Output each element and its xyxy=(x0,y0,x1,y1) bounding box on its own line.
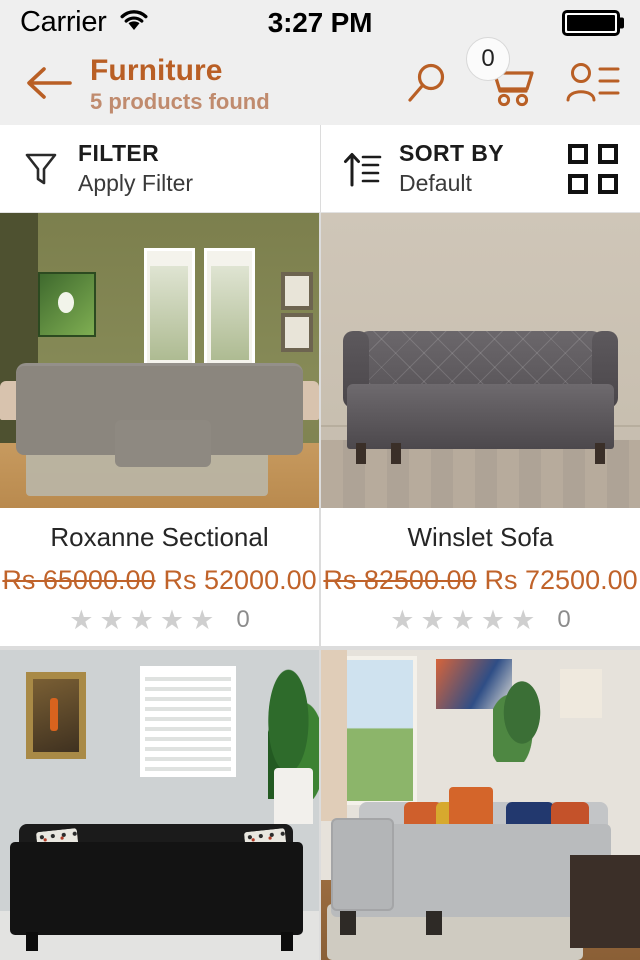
star-icon: ★ xyxy=(480,604,506,635)
header-title-block: Furniture 5 products found xyxy=(90,53,270,116)
battery-full-icon xyxy=(562,9,624,36)
product-old-price: Rs 65000.00 xyxy=(2,565,156,596)
grid-square xyxy=(568,143,588,164)
star-icon: ★ xyxy=(450,604,475,635)
product-name: Roxanne Sectional xyxy=(50,522,269,552)
sort-subtitle: Default xyxy=(399,170,472,197)
filter-text-block: FILTER Apply Filter xyxy=(78,140,193,197)
star-icon: ★ xyxy=(129,604,154,635)
status-bar-right xyxy=(562,9,624,36)
wifi-icon xyxy=(119,9,149,36)
filter-button[interactable]: FILTER Apply Filter xyxy=(0,125,320,212)
filter-sort-toolbar: FILTER Apply Filter SORT BY Default xyxy=(0,125,640,213)
product-card[interactable] xyxy=(0,650,319,960)
search-button[interactable] xyxy=(404,59,452,112)
star-icon: ★ xyxy=(420,604,445,635)
grid-square xyxy=(568,173,588,194)
account-button[interactable] xyxy=(566,60,620,111)
cart-badge-count: 0 xyxy=(466,36,510,81)
black-sofa-image xyxy=(0,650,319,960)
sort-button[interactable]: SORT BY Default xyxy=(320,125,640,212)
grid-square xyxy=(598,173,618,194)
star-icon: ★ xyxy=(99,604,124,635)
product-card[interactable] xyxy=(321,650,640,960)
star-icon: ★ xyxy=(159,604,185,635)
page-title: Furniture xyxy=(90,53,223,87)
filter-subtitle: Apply Filter xyxy=(78,170,194,197)
sort-text-block: SORT BY Default xyxy=(399,140,504,197)
product-card[interactable]: Winslet Sofa Rs 82500.00 Rs 72500.00 ★ ★ … xyxy=(321,213,640,647)
product-new-price: Rs 52000.00 xyxy=(163,565,317,596)
carrier-label: Carrier xyxy=(20,6,107,38)
product-rating[interactable]: ★ ★ ★ ★ ★ 0 xyxy=(69,606,249,634)
status-bar-left: Carrier xyxy=(20,6,149,39)
back-button[interactable] xyxy=(22,58,76,112)
product-info: Roxanne Sectional Rs 65000.00 Rs 52000.00… xyxy=(0,508,319,646)
header-actions: 0 xyxy=(404,36,622,112)
product-info: Winslet Sofa Rs 82500.00 Rs 72500.00 ★ ★ … xyxy=(321,508,640,646)
product-grid: Roxanne Sectional Rs 65000.00 Rs 52000.00… xyxy=(0,213,640,960)
rating-count: 0 xyxy=(236,606,250,634)
back-arrow-icon xyxy=(24,63,74,108)
user-list-icon xyxy=(566,60,620,111)
page-subtitle: 5 products found xyxy=(90,89,270,114)
star-icon: ★ xyxy=(390,604,415,635)
filter-title: FILTER xyxy=(78,139,160,166)
rating-count: 0 xyxy=(557,606,571,634)
star-icon: ★ xyxy=(69,604,94,635)
sort-title: SORT BY xyxy=(399,139,505,166)
status-bar: Carrier 3:27 PM xyxy=(0,0,640,45)
cart-button[interactable]: 0 xyxy=(466,36,536,112)
product-new-price: Rs 72500.00 xyxy=(484,565,638,596)
star-icon: ★ xyxy=(511,604,536,635)
product-name: Winslet Sofa xyxy=(407,522,554,552)
search-icon xyxy=(404,59,452,112)
product-price: Rs 82500.00 Rs 72500.00 xyxy=(323,565,637,596)
roxanne-sectional-image xyxy=(0,213,319,508)
product-card[interactable]: Roxanne Sectional Rs 65000.00 Rs 52000.00… xyxy=(0,213,319,647)
winslet-sofa-image xyxy=(321,213,640,508)
grey-sofa-image xyxy=(321,650,640,960)
grid-square xyxy=(598,143,618,164)
product-old-price: Rs 82500.00 xyxy=(323,565,477,596)
grid-view-icon[interactable] xyxy=(568,143,624,194)
sort-ascending-icon xyxy=(339,149,385,189)
product-price: Rs 65000.00 Rs 52000.00 xyxy=(2,565,316,596)
product-rating[interactable]: ★ ★ ★ ★ ★ 0 xyxy=(390,606,570,634)
funnel-icon xyxy=(18,150,64,188)
star-icon: ★ xyxy=(190,604,215,635)
app-header: Furniture 5 products found 0 xyxy=(0,36,640,125)
